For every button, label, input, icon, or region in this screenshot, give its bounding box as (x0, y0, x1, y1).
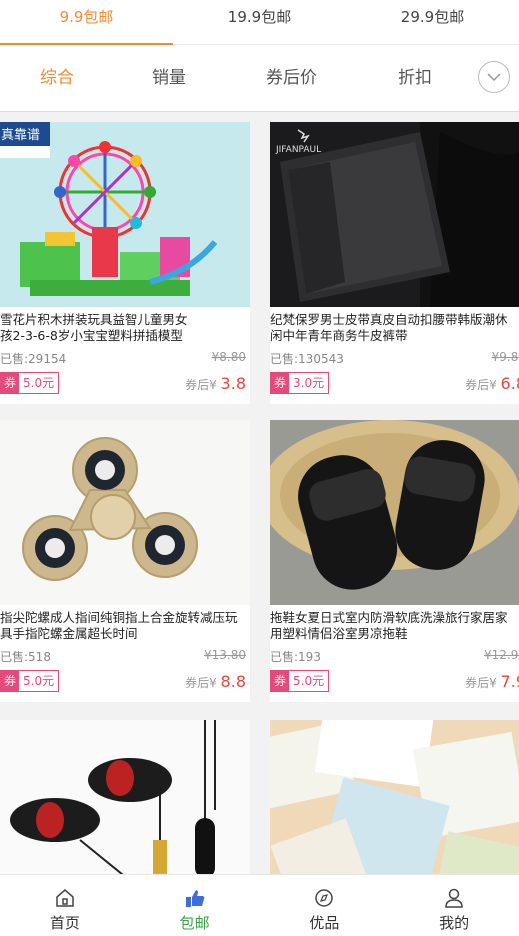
product-card[interactable]: JIFANPAUL 纪梵保罗男士皮带真皮自动扣腰带韩版潮休 闲中年青年商务牛皮裤… (270, 122, 519, 404)
product-card[interactable]: 指尖陀螺成人指间纯铜指上合金旋转减压玩 具手指陀螺金属超长时间 已售:518 ¥… (0, 420, 250, 702)
sold-count: 已售:518 (0, 650, 51, 664)
sort-discount[interactable]: 折扣 (398, 45, 432, 111)
sort-sales[interactable]: 销量 (152, 45, 186, 111)
coupon-badge: 券 5.0元 (0, 372, 60, 394)
product-image: 真靠谱 (0, 122, 250, 307)
price-tabs: 9.9包邮 19.9包邮 29.9包邮 (0, 0, 519, 45)
chevron-down-icon (487, 73, 501, 82)
coupon-badge: 券 5.0元 (0, 670, 60, 692)
home-icon (56, 889, 74, 907)
nav-premium[interactable]: 优品 (260, 875, 390, 936)
coupon-badge: 券 3.0元 (270, 372, 330, 394)
fidget-spinner-image (0, 420, 250, 605)
product-card[interactable] (0, 720, 250, 874)
building-blocks-image: 真靠谱 (0, 122, 250, 307)
product-image (0, 420, 250, 605)
original-price: ¥12.90 (484, 648, 519, 662)
after-coupon-price: 券后¥ 3.8 (185, 374, 246, 393)
coupon-badge: 券 5.0元 (270, 670, 330, 692)
tab-9-9[interactable]: 9.9包邮 (0, 0, 173, 45)
expand-sort-button[interactable] (478, 61, 510, 93)
product-title: 指尖陀螺成人指间纯铜指上合金旋转减压玩 具手指陀螺金属超长时间 (0, 610, 238, 641)
product-card[interactable] (270, 720, 519, 874)
thumbs-up-icon (185, 890, 204, 907)
product-image (270, 720, 519, 874)
sort-coupon-price[interactable]: 券后价 (266, 45, 317, 111)
product-title: 拖鞋女夏日式室内防滑软底洗澡旅行家居家 用塑料情侣浴室男凉拖鞋 (270, 610, 508, 641)
nav-mine[interactable]: 我的 (389, 875, 519, 936)
sort-bar: 综合 销量 券后价 折扣 (0, 45, 519, 112)
earphones-image (0, 720, 250, 874)
original-price: ¥8.80 (211, 350, 246, 364)
original-price: ¥9.80 (491, 350, 519, 364)
sold-count: 已售:130543 (270, 352, 344, 366)
after-coupon-price: 券后¥ 6.8 (465, 374, 519, 393)
sold-count: 已售:193 (270, 650, 321, 664)
compass-icon (315, 889, 334, 907)
product-card[interactable]: 拖鞋女夏日式室内防滑软底洗澡旅行家居家 用塑料情侣浴室男凉拖鞋 已售:193 ¥… (270, 420, 519, 702)
sold-count: 已售:29154 (0, 352, 67, 366)
product-grid: 真靠谱 雪花片积木拼装玩具益智儿童男女 孩2-3-6-8岁小宝宝塑料拼插模型 已… (0, 112, 519, 874)
product-title: 纪梵保罗男士皮带真皮自动扣腰带韩版潮休 闲中年青年商务牛皮裤带 (270, 312, 508, 343)
tab-29-9[interactable]: 29.9包邮 (346, 0, 519, 44)
notebooks-image (270, 720, 519, 874)
user-icon (445, 888, 463, 908)
nav-home[interactable]: 首页 (0, 875, 130, 936)
belt-image: JIFANPAUL (270, 122, 519, 307)
after-coupon-price: 券后¥ 8.8 (185, 672, 246, 691)
brand-logo: 真靠谱 (1, 128, 40, 143)
product-image (270, 420, 519, 605)
bottom-nav: 首页 包邮 优品 我的 (0, 874, 519, 936)
slippers-image (270, 420, 519, 605)
sort-comprehensive[interactable]: 综合 (40, 45, 74, 111)
after-coupon-price: 券后¥ 7.9 (465, 672, 519, 691)
nav-free-shipping[interactable]: 包邮 (130, 875, 260, 936)
product-image: JIFANPAUL (270, 122, 519, 307)
original-price: ¥13.80 (204, 648, 246, 662)
tab-19-9[interactable]: 19.9包邮 (173, 0, 346, 44)
product-image (0, 720, 250, 874)
product-title: 雪花片积木拼装玩具益智儿童男女 孩2-3-6-8岁小宝宝塑料拼插模型 (0, 312, 188, 343)
product-card[interactable]: 真靠谱 雪花片积木拼装玩具益智儿童男女 孩2-3-6-8岁小宝宝塑料拼插模型 已… (0, 122, 250, 404)
brand-logo: JIFANPAUL (275, 145, 321, 155)
